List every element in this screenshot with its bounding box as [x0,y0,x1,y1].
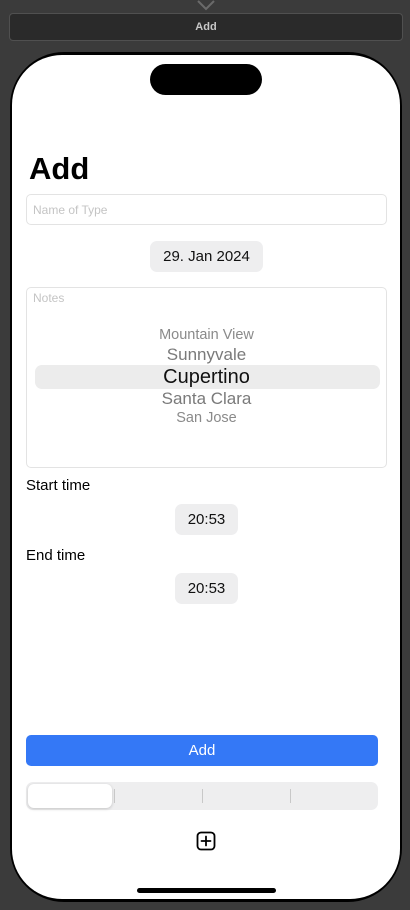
add-button[interactable]: Add [26,735,378,766]
end-time-button[interactable]: 20:53 [175,573,238,604]
segment-3[interactable] [202,784,286,808]
picker-item[interactable]: Sunnyvale [27,345,386,365]
start-time-value: 20:53 [187,511,226,528]
device-screen: Add 29. Jan 2024 Notes Mountain View Sun… [12,55,400,899]
name-of-type-input[interactable] [26,194,387,225]
home-indicator [137,888,276,893]
canvas-title-bar: Add [9,13,403,41]
canvas-title: Add [195,21,217,33]
plus-square-icon[interactable] [196,831,216,851]
add-button-label: Add [188,742,216,759]
dynamic-island [150,64,262,95]
date-picker-button[interactable]: 29. Jan 2024 [150,241,263,272]
arrow-down-icon [197,0,215,11]
picker-item-selected[interactable]: Cupertino [27,366,386,389]
segmented-control[interactable] [26,782,378,810]
picker-item[interactable]: Mountain View [27,327,386,343]
segment-divider [202,789,203,803]
end-time-value: 20:53 [187,580,226,597]
picker-item[interactable]: Santa Clara [27,389,386,409]
end-time-label: End time [26,547,86,564]
notes-field[interactable]: Notes Mountain View Sunnyvale Cupertino … [26,287,387,468]
segment-2[interactable] [114,784,198,808]
segment-4[interactable] [290,784,374,808]
page-title: Add [29,151,90,186]
date-value: 29. Jan 2024 [163,248,250,265]
notes-placeholder: Notes [33,291,65,305]
start-time-label: Start time [26,477,91,494]
picker-item[interactable]: San Jose [27,410,386,426]
segment-divider [114,789,115,803]
start-time-button[interactable]: 20:53 [175,504,238,535]
segment-1[interactable] [28,784,112,808]
segment-divider [290,789,291,803]
